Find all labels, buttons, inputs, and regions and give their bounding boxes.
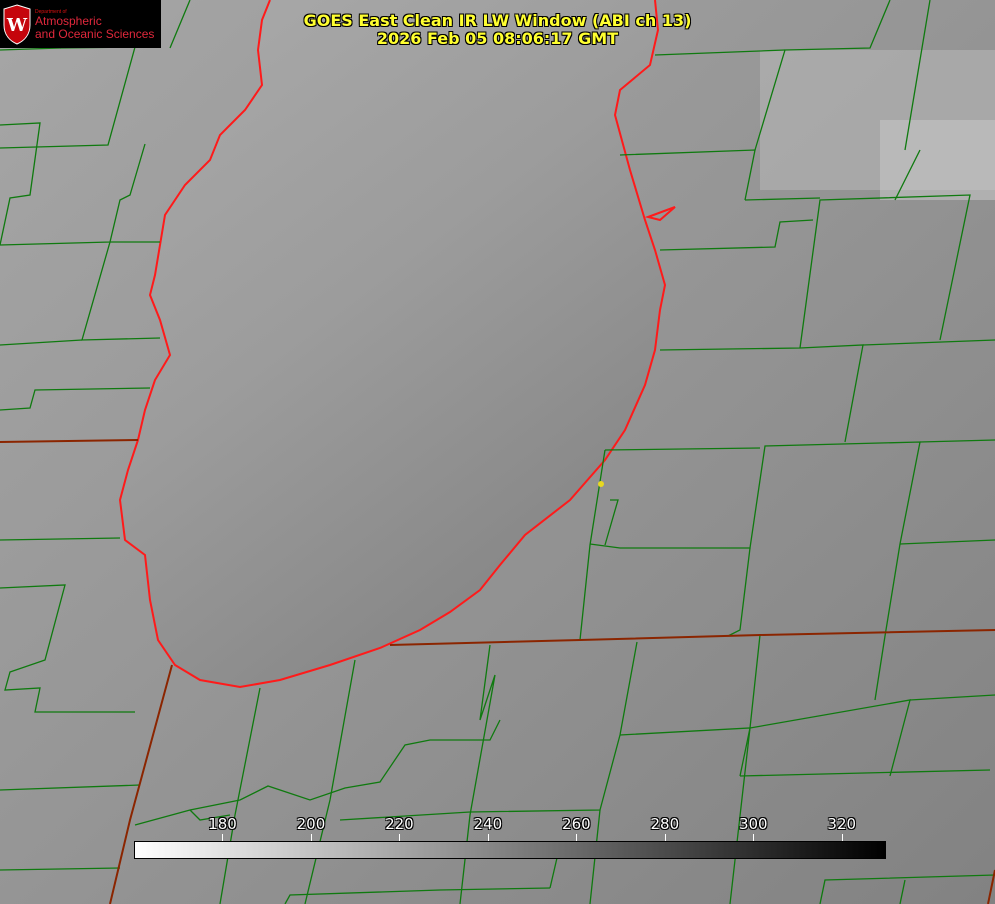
logo-line1: Atmospheric bbox=[35, 14, 102, 28]
colorbar-tick-label: 200 bbox=[296, 815, 326, 833]
colorbar bbox=[134, 841, 886, 859]
location-marker bbox=[598, 481, 604, 487]
colorbar-tick-mark bbox=[487, 834, 489, 841]
logo-line2: and Oceanic Sciences bbox=[35, 27, 155, 41]
colorbar-tick-label: 220 bbox=[385, 815, 414, 833]
colorbar-tick-label: 240 bbox=[473, 815, 503, 833]
cloud-patch bbox=[880, 120, 995, 200]
colorbar-tick-mark bbox=[841, 834, 843, 841]
colorbar-tick-mark bbox=[222, 834, 224, 841]
colorbar-tick-label: 180 bbox=[208, 815, 237, 833]
svg-text:W: W bbox=[6, 15, 28, 36]
colorbar-tick-mark bbox=[753, 834, 755, 841]
colorbar-tick-mark bbox=[310, 834, 312, 841]
satellite-map bbox=[0, 0, 995, 904]
colorbar-tick-mark bbox=[399, 834, 401, 841]
uw-crest-icon: W bbox=[3, 4, 31, 45]
colorbar-tick-mark bbox=[664, 834, 666, 841]
colorbar-tick-label: 300 bbox=[738, 815, 768, 833]
colorbar-tick-label: 260 bbox=[562, 815, 591, 833]
colorbar-tick-label: 280 bbox=[650, 815, 680, 833]
uw-aos-logo: W Department of Atmospheric and Oceanic … bbox=[0, 0, 161, 48]
colorbar-tick-label: 320 bbox=[827, 815, 857, 833]
colorbar-tick-mark bbox=[576, 834, 578, 841]
